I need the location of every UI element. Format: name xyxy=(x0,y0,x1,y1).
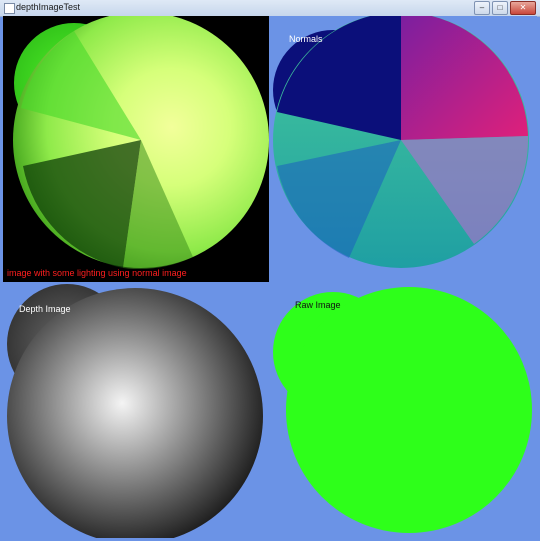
raw-image-shape xyxy=(273,287,532,533)
render-canvas: image with some lighting using normal im… xyxy=(3,16,537,538)
minimize-button[interactable]: – xyxy=(474,1,490,15)
lit-image-label: image with some lighting using normal im… xyxy=(7,268,187,278)
lit-image-shape xyxy=(13,16,269,269)
normals-shape xyxy=(273,16,529,268)
title-bar[interactable]: depthImageTest – □ ✕ xyxy=(0,0,540,17)
depth-image-shape xyxy=(7,284,263,538)
depth-image-label: Depth Image xyxy=(19,304,71,314)
normals-panel: Normals xyxy=(269,16,537,282)
normals-label: Normals xyxy=(289,34,323,44)
close-button[interactable]: ✕ xyxy=(510,1,536,15)
maximize-button[interactable]: □ xyxy=(492,1,508,15)
raw-image-label: Raw Image xyxy=(295,300,341,310)
raw-image-panel: Raw Image xyxy=(269,282,537,538)
lit-image-panel: image with some lighting using normal im… xyxy=(3,16,269,282)
app-icon xyxy=(4,3,15,14)
app-window: depthImageTest – □ ✕ image with some lig… xyxy=(0,0,540,541)
window-controls: – □ ✕ xyxy=(474,1,536,15)
window-title: depthImageTest xyxy=(16,2,81,12)
depth-image-panel: Depth Image xyxy=(3,282,269,538)
